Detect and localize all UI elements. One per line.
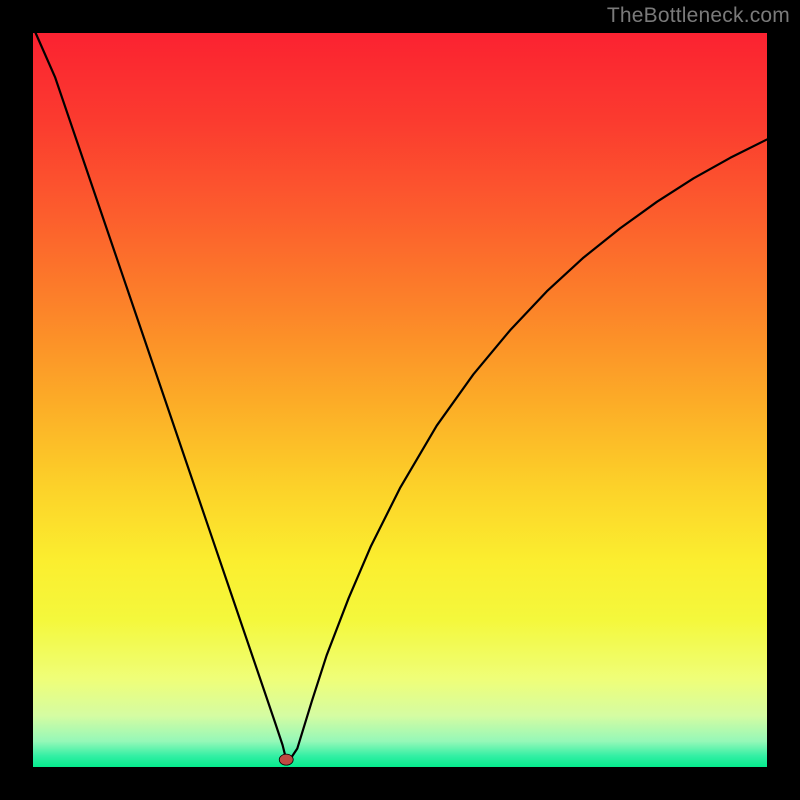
bottleneck-chart <box>0 0 800 800</box>
optimal-point-marker <box>279 754 293 765</box>
chart-frame: TheBottleneck.com <box>0 0 800 800</box>
watermark-label: TheBottleneck.com <box>607 4 790 28</box>
plot-background <box>33 33 767 767</box>
